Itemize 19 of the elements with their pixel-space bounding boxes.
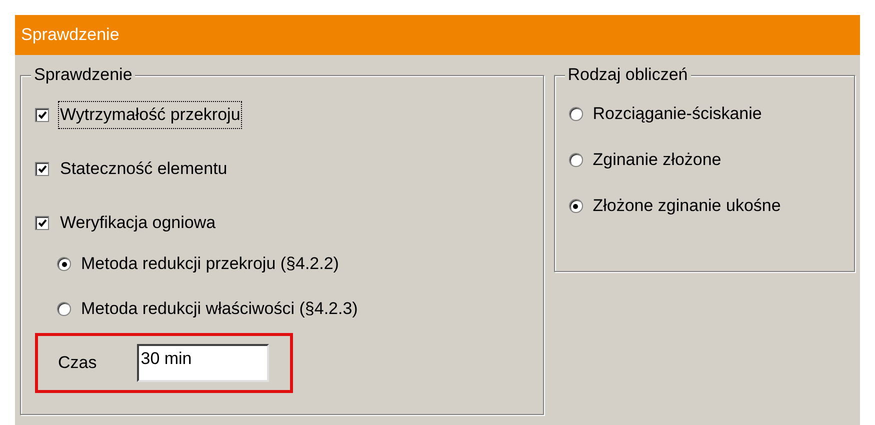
time-input[interactable]: 30 min [136, 344, 269, 382]
checkbox-label[interactable]: Weryfikacja ogniowa [59, 210, 217, 236]
checkbox[interactable] [35, 108, 49, 122]
checkbox[interactable] [35, 162, 49, 176]
radio-label[interactable]: Zginanie złożone [592, 147, 722, 173]
checkbox-label[interactable]: Wytrzymałość przekroju [59, 102, 242, 128]
radio-button[interactable] [57, 257, 71, 271]
checkbox-label[interactable]: Stateczność elementu [59, 156, 228, 182]
radio-label[interactable]: Rozciąganie-ściskanie [592, 101, 762, 127]
radio-label[interactable]: Metoda redukcji właściwości (§4.2.3) [81, 296, 358, 322]
radio-label[interactable]: Metoda redukcji przekroju (§4.2.2) [81, 251, 339, 277]
checkbox[interactable] [35, 216, 49, 230]
field-label: Czas [58, 352, 97, 374]
radio-label[interactable]: Złożone zginanie ukośne [592, 193, 781, 219]
radio-button[interactable] [568, 153, 583, 167]
panel-header: Sprawdzenie [15, 15, 860, 55]
radio-button[interactable] [568, 107, 583, 121]
radio-button[interactable] [568, 199, 583, 213]
radio-button[interactable] [57, 302, 71, 316]
